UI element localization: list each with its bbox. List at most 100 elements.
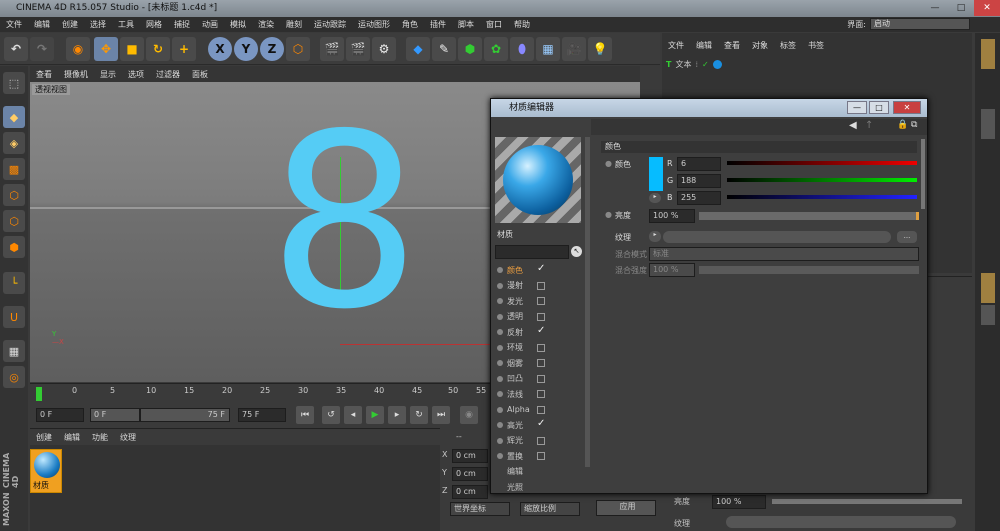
material-preview[interactable] [495, 137, 581, 223]
points-mode-icon[interactable]: ⬡ [3, 184, 25, 206]
next-key-icon[interactable]: ↻ [410, 406, 428, 424]
render-picture-viewer-icon[interactable]: 🎬 [346, 37, 370, 61]
channel-9[interactable]: Alpha [497, 403, 545, 417]
vp-menu-display[interactable]: 显示 [94, 69, 122, 80]
menu-mesh[interactable]: 网格 [140, 17, 168, 32]
visibility-icon[interactable]: ⁞ [695, 60, 698, 69]
spline-pen-icon[interactable]: ✎ [432, 37, 456, 61]
record-icon[interactable]: ◉ [460, 406, 478, 424]
add-icon[interactable]: + [172, 37, 196, 61]
undo-icon[interactable]: ↶ [4, 37, 28, 61]
dialog-close-button[interactable]: ✕ [893, 101, 921, 114]
x-axis-icon[interactable]: X [208, 37, 232, 61]
r-field[interactable]: 6 [677, 157, 721, 171]
channel-checkbox[interactable] [537, 359, 545, 367]
deformer-icon[interactable]: ⬮ [510, 37, 534, 61]
menu-select[interactable]: 选择 [84, 17, 112, 32]
om-menu-edit[interactable]: 编辑 [690, 40, 718, 51]
timeline-ruler[interactable]: 0 5 10 15 20 25 30 35 40 45 50 55 [30, 383, 490, 403]
menu-script[interactable]: 脚本 [452, 17, 480, 32]
dialog-maximize-button[interactable]: □ [869, 101, 889, 114]
menu-window[interactable]: 窗口 [480, 17, 508, 32]
side-tab-attributes[interactable] [981, 273, 995, 303]
lock-workplane-icon[interactable]: ▦ [3, 340, 25, 362]
snap-icon[interactable]: U [3, 306, 25, 328]
right-scrollbar[interactable] [921, 139, 925, 209]
range-end-field[interactable]: 75 F [140, 408, 230, 422]
coord-y-field[interactable]: 0 cm [452, 467, 488, 481]
y-axis-icon[interactable]: Y [234, 37, 258, 61]
planar-workplane-icon[interactable]: ◎ [3, 366, 25, 388]
mm-menu-edit[interactable]: 编辑 [58, 432, 86, 443]
channel-checkbox[interactable]: ✓ [537, 419, 545, 429]
side-tab-content[interactable] [981, 109, 995, 139]
channel-checkbox[interactable] [537, 390, 545, 398]
lock-icon[interactable]: 🔒 [897, 120, 908, 130]
vp-menu-filter[interactable]: 过滤器 [150, 69, 186, 80]
material-thumbnail[interactable]: 材质 [30, 449, 62, 493]
camera-icon[interactable]: 🎥 [562, 37, 586, 61]
scale-icon[interactable]: ■ [120, 37, 144, 61]
model-mode-icon[interactable]: ◆ [3, 106, 25, 128]
channel-14[interactable]: 光照 [497, 480, 523, 494]
new-window-icon[interactable]: ⧉ [911, 120, 917, 130]
g-slider[interactable] [727, 178, 917, 182]
step-back-icon[interactable]: ◂ [344, 406, 362, 424]
live-select-icon[interactable]: ◉ [66, 37, 90, 61]
attr-texture-slot[interactable] [726, 516, 956, 528]
menu-plugins[interactable]: 插件 [424, 17, 452, 32]
menu-motion-tracker[interactable]: 运动跟踪 [308, 17, 352, 32]
floor-icon[interactable]: ▦ [536, 37, 560, 61]
text-object-eight[interactable]: 8 [268, 102, 421, 342]
goto-start-icon[interactable]: ⏮ [296, 406, 314, 424]
mix-mode-dropdown[interactable]: 标准 [649, 247, 919, 261]
menu-mograph[interactable]: 运动图形 [352, 17, 396, 32]
menu-edit[interactable]: 编辑 [28, 17, 56, 32]
attr-brightness-slider[interactable] [772, 499, 962, 504]
world-coord-dropdown[interactable]: 世界坐标 [450, 502, 510, 516]
dialog-minimize-button[interactable]: — [847, 101, 867, 114]
texture-mode-icon[interactable]: ◈ [3, 132, 25, 154]
menu-create[interactable]: 创建 [56, 17, 84, 32]
om-menu-object[interactable]: 对象 [746, 40, 774, 51]
mm-menu-function[interactable]: 功能 [86, 432, 114, 443]
channel-10[interactable]: 高光 ✓ [497, 418, 545, 432]
edges-mode-icon[interactable]: ⬡ [3, 210, 25, 232]
workplane-icon[interactable]: ▩ [3, 158, 25, 180]
color-swatch[interactable] [649, 157, 663, 191]
menu-animate[interactable]: 动画 [196, 17, 224, 32]
menu-render[interactable]: 渲染 [252, 17, 280, 32]
b-field[interactable]: 255 [677, 191, 721, 205]
coord-x-field[interactable]: 0 cm [452, 449, 488, 463]
vp-menu-camera[interactable]: 摄像机 [58, 69, 94, 80]
channel-checkbox[interactable] [537, 436, 545, 445]
pick-material-icon[interactable]: ↖ [571, 246, 582, 257]
move-icon[interactable]: ✥ [94, 37, 118, 61]
mm-menu-create[interactable]: 创建 [30, 432, 58, 443]
color-picker-toggle-icon[interactable]: ▸ [649, 193, 661, 203]
r-slider[interactable] [727, 161, 917, 165]
redo-icon[interactable]: ↷ [30, 37, 54, 61]
channel-checkbox[interactable] [537, 343, 545, 352]
mix-strength-slider[interactable] [699, 266, 919, 274]
channel-checkbox[interactable] [537, 297, 545, 305]
channel-8[interactable]: 法线 [497, 387, 545, 401]
om-menu-view[interactable]: 查看 [718, 40, 746, 51]
menu-character[interactable]: 角色 [396, 17, 424, 32]
subdivision-icon[interactable]: ⬢ [458, 37, 482, 61]
channel-5[interactable]: 环境 [497, 341, 545, 355]
channel-12[interactable]: 置换 [497, 449, 545, 463]
menu-sculpt[interactable]: 雕刻 [280, 17, 308, 32]
render-view-icon[interactable]: 🎬 [320, 37, 344, 61]
side-tab-layers[interactable] [981, 305, 995, 325]
timeline-playhead[interactable] [36, 387, 42, 401]
channel-checkbox[interactable]: ✓ [537, 264, 545, 274]
menu-snap[interactable]: 捕捉 [168, 17, 196, 32]
mm-menu-texture[interactable]: 纹理 [114, 432, 142, 443]
channel-checkbox[interactable] [537, 405, 545, 414]
brightness-field[interactable]: 100 % [649, 209, 695, 223]
current-frame-field[interactable]: 0 F [36, 408, 84, 422]
material-tag-icon[interactable] [712, 59, 722, 69]
om-menu-bookmarks[interactable]: 书签 [802, 40, 830, 51]
channel-checkbox[interactable]: ✓ [537, 326, 545, 336]
